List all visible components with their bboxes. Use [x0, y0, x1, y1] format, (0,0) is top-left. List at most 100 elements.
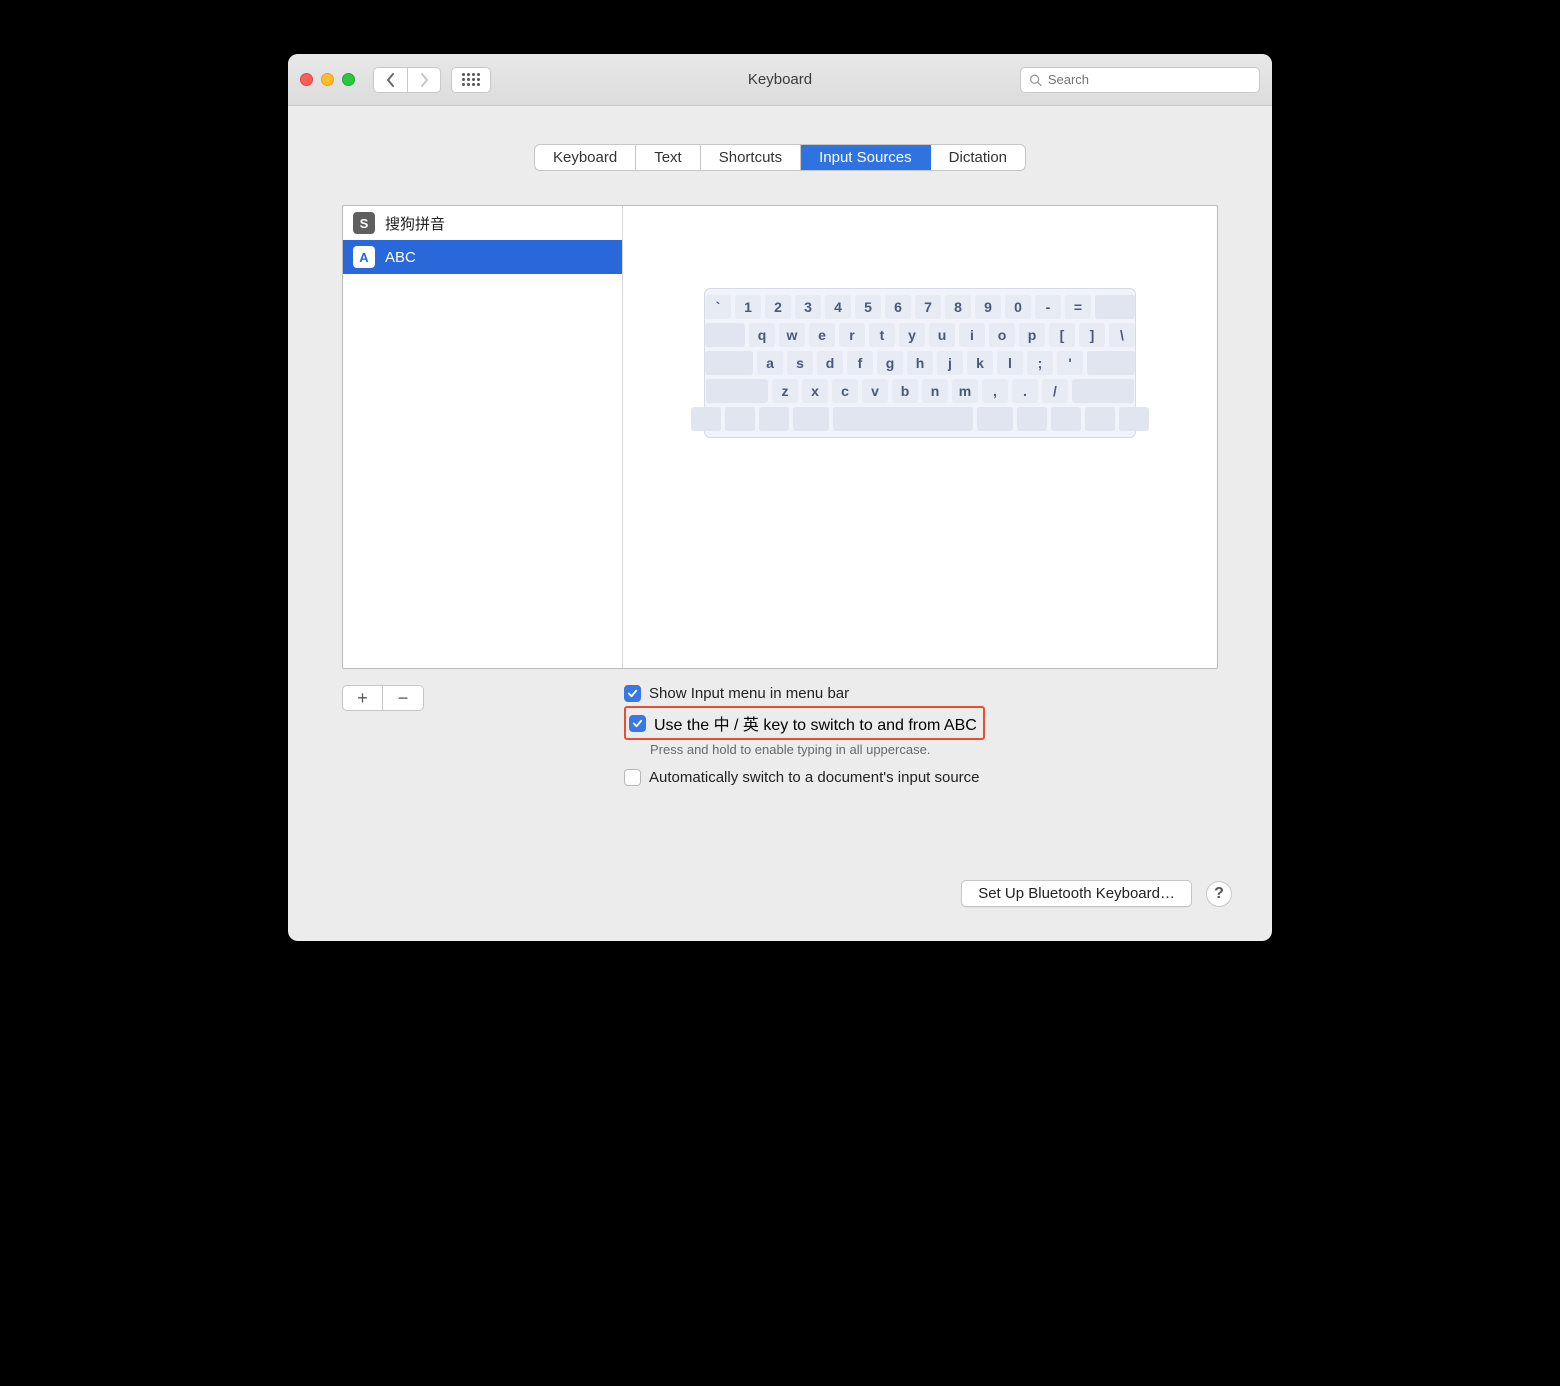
key: a [757, 351, 783, 375]
key: 1 [735, 295, 761, 319]
key [705, 351, 753, 375]
nav-group [373, 67, 441, 93]
key: d [817, 351, 843, 375]
chevron-left-icon [386, 73, 396, 87]
options: Show Input menu in menu bar Use the 中 / … [624, 685, 985, 790]
key-row: `1234567890-= [711, 295, 1129, 319]
key [1017, 407, 1047, 431]
option-hint: Press and hold to enable typing in all u… [650, 742, 985, 757]
input-source-abc[interactable]: A ABC [343, 240, 622, 274]
tab-text[interactable]: Text [636, 145, 701, 170]
show-all-button[interactable] [451, 67, 491, 93]
key: p [1019, 323, 1045, 347]
key: k [967, 351, 993, 375]
checkbox-show-input-menu[interactable] [624, 685, 641, 702]
grid-icon [462, 73, 480, 86]
input-source-label: ABC [385, 249, 416, 266]
bottom-bar: Set Up Bluetooth Keyboard… ? [328, 880, 1232, 907]
key: m [952, 379, 978, 403]
key: s [787, 351, 813, 375]
search-field[interactable] [1020, 67, 1260, 93]
key: 0 [1005, 295, 1031, 319]
setup-bluetooth-button[interactable]: Set Up Bluetooth Keyboard… [961, 880, 1192, 907]
tab-keyboard[interactable]: Keyboard [535, 145, 636, 170]
key: 3 [795, 295, 821, 319]
key: z [772, 379, 798, 403]
key [691, 407, 721, 431]
key [1072, 379, 1134, 403]
tab-shortcuts[interactable]: Shortcuts [701, 145, 801, 170]
key: 2 [765, 295, 791, 319]
key: ] [1079, 323, 1105, 347]
key: ` [705, 295, 731, 319]
key: [ [1049, 323, 1075, 347]
titlebar: Keyboard [288, 54, 1272, 106]
key: 8 [945, 295, 971, 319]
key [1119, 407, 1149, 431]
key: 4 [825, 295, 851, 319]
window-controls [300, 73, 355, 86]
key: t [869, 323, 895, 347]
key-row: asdfghjkl;' [711, 351, 1129, 375]
key-row: zxcvbnm,./ [711, 379, 1129, 403]
key: / [1042, 379, 1068, 403]
checkmark-icon [632, 718, 643, 729]
key-row [711, 407, 1129, 431]
key [1051, 407, 1081, 431]
sogou-icon: S [353, 212, 375, 234]
key: ; [1027, 351, 1053, 375]
key [759, 407, 789, 431]
key: l [997, 351, 1023, 375]
forward-button[interactable] [407, 67, 441, 93]
segmented-tabs: Keyboard Text Shortcuts Input Sources Di… [534, 144, 1026, 171]
key: b [892, 379, 918, 403]
key: e [809, 323, 835, 347]
key: x [802, 379, 828, 403]
keyboard-preview-pane: `1234567890-= qwertyuiop[]\ asdfghjkl;' … [623, 206, 1217, 668]
zoom-window-button[interactable] [342, 73, 355, 86]
key: 5 [855, 295, 881, 319]
help-button[interactable]: ? [1206, 881, 1232, 907]
key: r [839, 323, 865, 347]
key: g [877, 351, 903, 375]
key: . [1012, 379, 1038, 403]
tab-input-sources[interactable]: Input Sources [801, 145, 931, 170]
content: Keyboard Text Shortcuts Input Sources Di… [288, 144, 1272, 941]
option-label: Show Input menu in menu bar [649, 685, 849, 702]
key: , [982, 379, 1008, 403]
key: - [1035, 295, 1061, 319]
add-input-source-button[interactable]: + [343, 686, 383, 710]
tab-dictation[interactable]: Dictation [931, 145, 1025, 170]
input-source-label: 搜狗拼音 [385, 213, 445, 234]
search-icon [1029, 73, 1042, 87]
key: 6 [885, 295, 911, 319]
key: o [989, 323, 1015, 347]
checkbox-auto-switch[interactable] [624, 769, 641, 786]
preferences-window: Keyboard Keyboard Text Shortcuts Input S… [288, 54, 1272, 941]
key: 7 [915, 295, 941, 319]
input-source-sogou[interactable]: S 搜狗拼音 [343, 206, 622, 240]
key-row: qwertyuiop[]\ [711, 323, 1129, 347]
minimize-window-button[interactable] [321, 73, 334, 86]
back-button[interactable] [373, 67, 407, 93]
tabbar: Keyboard Text Shortcuts Input Sources Di… [288, 144, 1272, 171]
split-pane: S 搜狗拼音 A ABC `1234567890-= qwertyuiop[]\… [342, 205, 1218, 669]
key [705, 323, 745, 347]
key: \ [1109, 323, 1135, 347]
highlighted-option: Use the 中 / 英 key to switch to and from … [624, 706, 985, 740]
key [1087, 351, 1135, 375]
input-source-list[interactable]: S 搜狗拼音 A ABC [343, 206, 623, 668]
option-show-input-menu[interactable]: Show Input menu in menu bar [624, 685, 985, 702]
search-input[interactable] [1048, 72, 1251, 87]
add-remove-group: + − [342, 685, 424, 711]
checkbox-use-switch-key[interactable] [629, 715, 646, 732]
option-auto-switch[interactable]: Automatically switch to a document's inp… [624, 769, 985, 786]
remove-input-source-button[interactable]: − [383, 686, 423, 710]
key: y [899, 323, 925, 347]
key: c [832, 379, 858, 403]
key [833, 407, 973, 431]
key: j [937, 351, 963, 375]
close-window-button[interactable] [300, 73, 313, 86]
abc-icon: A [353, 246, 375, 268]
key: f [847, 351, 873, 375]
